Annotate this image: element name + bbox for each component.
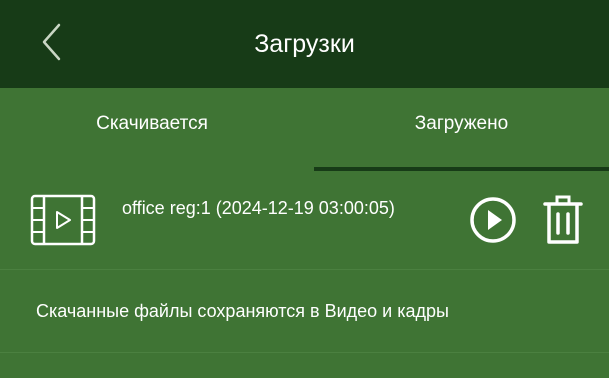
- file-name: office reg:1 (2024-12-19 03:00:05): [122, 198, 395, 218]
- chevron-left-icon: [40, 22, 64, 62]
- delete-button[interactable]: [543, 193, 583, 247]
- tab-bar: Скачивается Загружено: [0, 88, 609, 171]
- tab-downloaded[interactable]: Загружено: [314, 82, 609, 165]
- storage-info-text: Скачанные файлы сохраняются в Видео и ка…: [0, 271, 609, 353]
- top-bar: Загрузки: [0, 0, 609, 88]
- tab-downloading[interactable]: Скачивается: [0, 82, 304, 165]
- play-icon: [468, 195, 518, 245]
- trash-icon: [543, 193, 583, 247]
- downloads-screen: Загрузки Скачивается Загружено office re…: [0, 0, 609, 378]
- video-file-icon: [30, 194, 96, 246]
- play-button[interactable]: [468, 195, 518, 245]
- page-title: Загрузки: [254, 29, 355, 58]
- back-button[interactable]: [30, 18, 74, 66]
